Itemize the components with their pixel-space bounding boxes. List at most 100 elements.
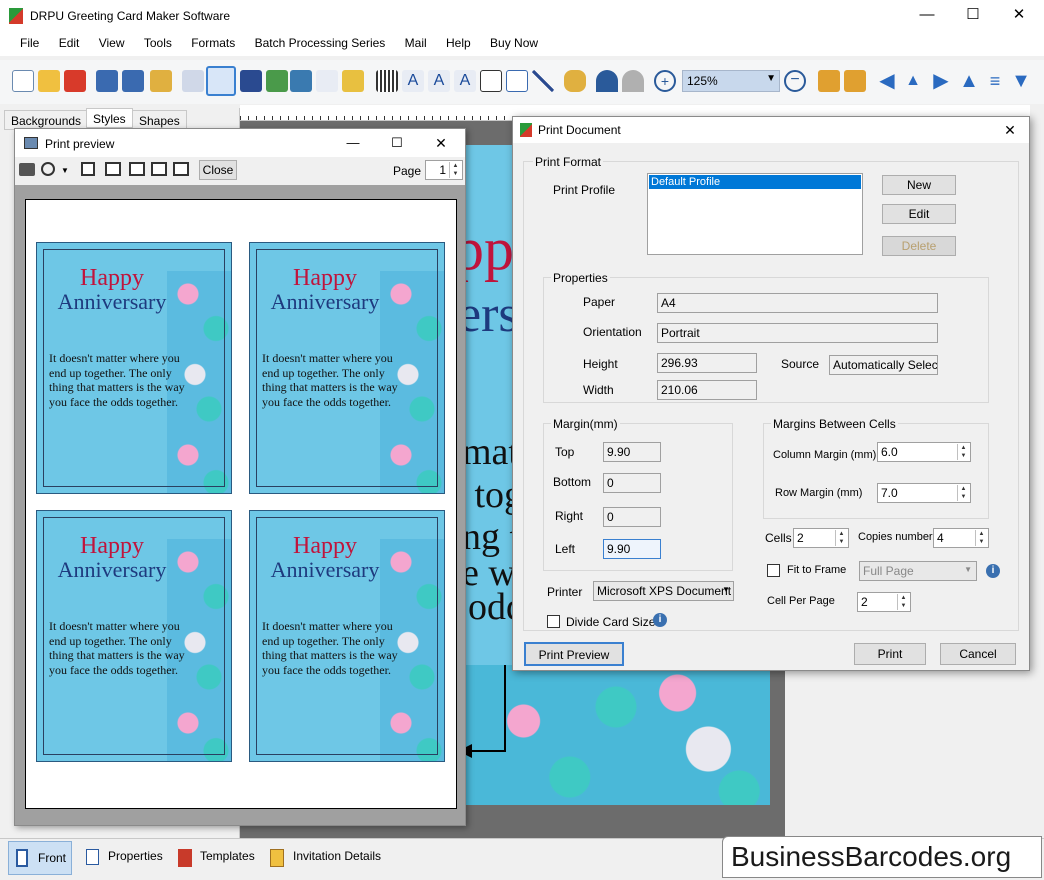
four-page-icon[interactable]: [151, 162, 167, 176]
unlock-icon[interactable]: [844, 70, 866, 92]
magnifier-icon[interactable]: [41, 162, 55, 176]
arrow-right-icon[interactable]: ▶: [930, 70, 952, 92]
card-title-happy: Happy: [293, 265, 357, 291]
left-margin-field[interactable]: 9.90: [603, 539, 661, 559]
word-art-icon[interactable]: A: [428, 70, 450, 92]
menu-file[interactable]: File: [12, 32, 47, 50]
menu-edit[interactable]: Edit: [51, 32, 88, 50]
print-setup-icon[interactable]: [240, 70, 262, 92]
tab-styles[interactable]: Styles: [86, 108, 133, 128]
dialog-close-button[interactable]: ✕: [991, 115, 1029, 145]
menu-view[interactable]: View: [91, 32, 133, 50]
redo-icon[interactable]: [622, 70, 644, 92]
preview-close-button[interactable]: ✕: [421, 128, 461, 158]
one-page-icon[interactable]: [81, 162, 95, 176]
fit-to-frame-select[interactable]: Full Page ▼: [859, 561, 977, 581]
arrow-left-icon[interactable]: ◀: [876, 70, 898, 92]
close-doc-icon[interactable]: [64, 70, 86, 92]
label-icon[interactable]: A: [454, 70, 476, 92]
edit-profile-button[interactable]: Edit: [882, 204, 956, 224]
print-preview-button[interactable]: Print Preview: [524, 642, 624, 666]
zoom-in-icon[interactable]: +: [654, 70, 676, 92]
minimize-button[interactable]: —: [904, 0, 950, 30]
properties-tab[interactable]: Properties: [108, 849, 163, 863]
cancel-button[interactable]: Cancel: [940, 643, 1016, 665]
print-button[interactable]: Print: [854, 643, 926, 665]
dialog-title: Print Document: [538, 123, 621, 137]
mail-icon[interactable]: [506, 70, 528, 92]
arrow-up-icon[interactable]: ▲: [958, 70, 980, 92]
cells-spinner[interactable]: ▲ ▼: [835, 530, 847, 546]
cells-input[interactable]: 2 ▲ ▼: [793, 528, 849, 548]
zoom-out-icon[interactable]: −: [784, 70, 806, 92]
menu-help[interactable]: Help: [438, 32, 479, 50]
menu-mail[interactable]: Mail: [397, 32, 435, 50]
copies-spinner[interactable]: ▲ ▼: [975, 530, 987, 546]
save-as-icon[interactable]: [122, 70, 144, 92]
delete-profile-button[interactable]: Delete: [882, 236, 956, 256]
right-margin-field[interactable]: 0: [603, 507, 661, 527]
lock-icon[interactable]: [818, 70, 840, 92]
arrow-down-icon[interactable]: ▼: [1010, 70, 1032, 92]
copies-input[interactable]: 4 ▲ ▼: [933, 528, 989, 548]
menu-batch[interactable]: Batch Processing Series: [247, 32, 394, 50]
preview-minimize-button[interactable]: —: [333, 128, 373, 158]
preview-close-btn[interactable]: Close: [199, 160, 237, 180]
templates-tab[interactable]: Templates: [200, 849, 255, 863]
two-page-icon[interactable]: [105, 162, 121, 176]
text-icon[interactable]: A: [402, 70, 424, 92]
row-margin-spinner[interactable]: ▲ ▼: [957, 485, 969, 501]
maximize-button[interactable]: ☐: [950, 0, 996, 30]
line-icon[interactable]: [532, 70, 554, 92]
zoom-select[interactable]: 125% ▼: [682, 70, 780, 92]
image-icon[interactable]: [266, 70, 288, 92]
export-icon[interactable]: [150, 70, 172, 92]
fit-to-frame-checkbox[interactable]: [767, 564, 780, 577]
menu-buy-now[interactable]: Buy Now: [482, 32, 546, 50]
bottom-margin-field[interactable]: 0: [603, 473, 661, 493]
pen-icon[interactable]: [316, 70, 338, 92]
printer-icon[interactable]: [19, 163, 35, 176]
page-spinner[interactable]: ▲ ▼: [449, 162, 461, 178]
top-margin-field[interactable]: 9.90: [603, 442, 661, 462]
signature-icon[interactable]: [480, 70, 502, 92]
printer-select[interactable]: Microsoft XPS Document ▼: [593, 581, 734, 601]
six-page-icon[interactable]: [173, 162, 189, 176]
new-profile-button[interactable]: New: [882, 175, 956, 195]
invitation-details-tab[interactable]: Invitation Details: [293, 849, 381, 863]
profile-item-default[interactable]: Default Profile: [649, 175, 861, 189]
undo-icon[interactable]: [596, 70, 618, 92]
info-icon[interactable]: i: [653, 613, 667, 627]
open-icon[interactable]: [38, 70, 60, 92]
cell-per-page-spinner[interactable]: ▲ ▼: [897, 594, 909, 610]
three-page-icon[interactable]: [129, 162, 145, 176]
profile-list[interactable]: Default Profile: [647, 173, 863, 255]
menu-tools[interactable]: Tools: [136, 32, 180, 50]
picture-icon[interactable]: [290, 70, 312, 92]
preview-toolbar: ▼ Close Page 1 ▲ ▼: [15, 157, 465, 183]
info-icon[interactable]: i: [986, 564, 1000, 578]
save-icon[interactable]: [96, 70, 118, 92]
divide-card-checkbox[interactable]: [547, 615, 560, 628]
column-margin-input[interactable]: 6.0 ▲ ▼: [877, 442, 971, 462]
cell-per-page-input[interactable]: 2 ▲ ▼: [857, 592, 911, 612]
print-icon[interactable]: [206, 66, 236, 96]
zoom-value: 125%: [687, 74, 718, 88]
menu-formats[interactable]: Formats: [183, 32, 243, 50]
shape-icon[interactable]: [342, 70, 364, 92]
database-icon[interactable]: [564, 70, 586, 92]
dropdown-arrow-icon[interactable]: ▼: [61, 166, 69, 175]
barcode-icon[interactable]: [376, 70, 398, 92]
preview-maximize-button[interactable]: ☐: [377, 128, 417, 158]
new-icon[interactable]: [12, 70, 34, 92]
row-margin-input[interactable]: 7.0 ▲ ▼: [877, 483, 971, 503]
tab-backgrounds[interactable]: Backgrounds: [4, 110, 89, 130]
column-margin-spinner[interactable]: ▲ ▼: [957, 444, 969, 460]
cells-margin-group: [763, 423, 989, 519]
page-number-input[interactable]: 1 ▲ ▼: [425, 160, 463, 180]
close-button[interactable]: ✕: [996, 0, 1042, 30]
edit-icon[interactable]: [182, 70, 204, 92]
flip-icon[interactable]: ▲: [902, 70, 924, 92]
align-icon[interactable]: ≡: [984, 70, 1006, 92]
tab-shapes[interactable]: Shapes: [132, 110, 187, 130]
